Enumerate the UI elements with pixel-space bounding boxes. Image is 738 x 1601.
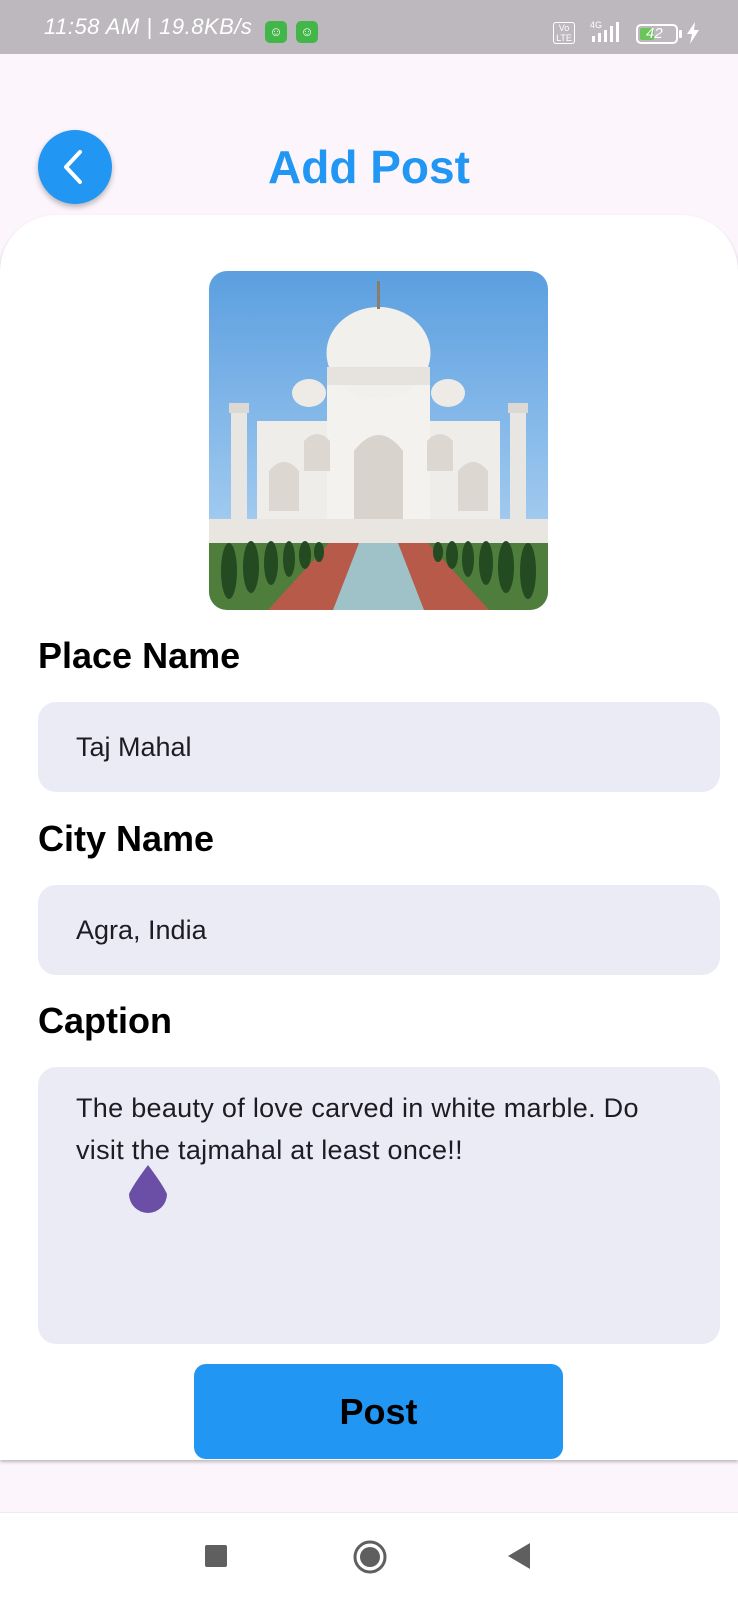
place-name-label: Place Name bbox=[38, 635, 241, 676]
city-name-input[interactable]: Agra, India bbox=[38, 885, 720, 975]
status-bar: 11:58 AM | 19.8KB/s ☺ ☺ Vo LTE 4G 42 bbox=[0, 0, 738, 54]
battery-nub bbox=[679, 30, 682, 38]
post-button[interactable]: Post bbox=[194, 1364, 563, 1459]
text-cursor-handle-icon[interactable] bbox=[127, 1163, 169, 1215]
caption-label: Caption bbox=[38, 1000, 172, 1041]
battery-icon: 42 bbox=[636, 24, 678, 44]
battery-percent: 42 bbox=[646, 25, 663, 42]
notification-app-icon: ☺ bbox=[296, 21, 318, 43]
system-nav-bar bbox=[0, 1512, 738, 1601]
charging-icon bbox=[687, 22, 699, 44]
city-name-label: City Name bbox=[38, 818, 215, 859]
square-icon[interactable] bbox=[205, 1545, 227, 1567]
notification-app-icon: ☺ bbox=[265, 21, 287, 43]
place-name-input[interactable]: Taj Mahal bbox=[38, 702, 720, 792]
page-title: Add Post bbox=[268, 141, 470, 193]
volte-icon: Vo LTE bbox=[553, 22, 575, 44]
taj-mahal-photo bbox=[209, 271, 548, 610]
triangle-back-icon[interactable] bbox=[506, 1541, 532, 1571]
signal-icon bbox=[592, 22, 619, 42]
post-image[interactable] bbox=[209, 271, 548, 610]
status-time: 11:58 AM | 19.8KB/s bbox=[44, 14, 253, 39]
circle-icon[interactable] bbox=[352, 1539, 388, 1575]
